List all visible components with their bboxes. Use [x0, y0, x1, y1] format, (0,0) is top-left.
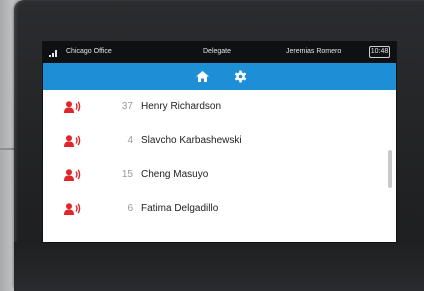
- list-scrollbar[interactable]: [388, 150, 392, 188]
- list-item[interactable]: 15 Cheng Masuyo: [43, 158, 383, 192]
- list-item-count: 4: [127, 135, 133, 146]
- device-bezel-bottom: [14, 242, 424, 291]
- wall-background: [0, 0, 14, 291]
- speaker-person-icon: [64, 169, 81, 181]
- signal-icon: [49, 50, 59, 57]
- speaker-list: 37 Henry Richardson 4 Slavcho Karbashews…: [43, 90, 396, 242]
- home-icon: [196, 71, 209, 82]
- clock-display: 10:48: [369, 46, 390, 58]
- user-name-label: Jeremias Romero: [286, 48, 342, 55]
- list-item-count: 37: [121, 101, 133, 112]
- list-item-name: Cheng Masuyo: [141, 169, 209, 180]
- nav-bar: [43, 63, 396, 90]
- speaker-person-icon: [64, 135, 81, 147]
- tab-settings[interactable]: [233, 69, 248, 84]
- location-label: Chicago Office: [66, 48, 112, 55]
- list-item[interactable]: 4 Slavcho Karbashewski: [43, 124, 383, 158]
- device-screen: Chicago Office Delegate Jeremias Romero …: [43, 42, 396, 242]
- status-bar: Chicago Office Delegate Jeremias Romero …: [43, 42, 396, 63]
- list-item-name: Slavcho Karbashewski: [141, 135, 242, 146]
- gear-icon: [234, 70, 247, 83]
- list-item[interactable]: 37 Henry Richardson: [43, 90, 383, 124]
- tab-home[interactable]: [195, 69, 210, 84]
- list-item-name: Henry Richardson: [141, 101, 222, 112]
- role-label: Delegate: [203, 48, 232, 55]
- speaker-person-icon: [64, 203, 81, 215]
- speaker-person-icon: [64, 101, 81, 113]
- list-item-count: 6: [127, 203, 133, 214]
- list-item[interactable]: 6 Fatima Delgadillo: [43, 192, 383, 226]
- list-item-name: Fatima Delgadillo: [141, 203, 219, 214]
- list-item-count: 15: [121, 169, 133, 180]
